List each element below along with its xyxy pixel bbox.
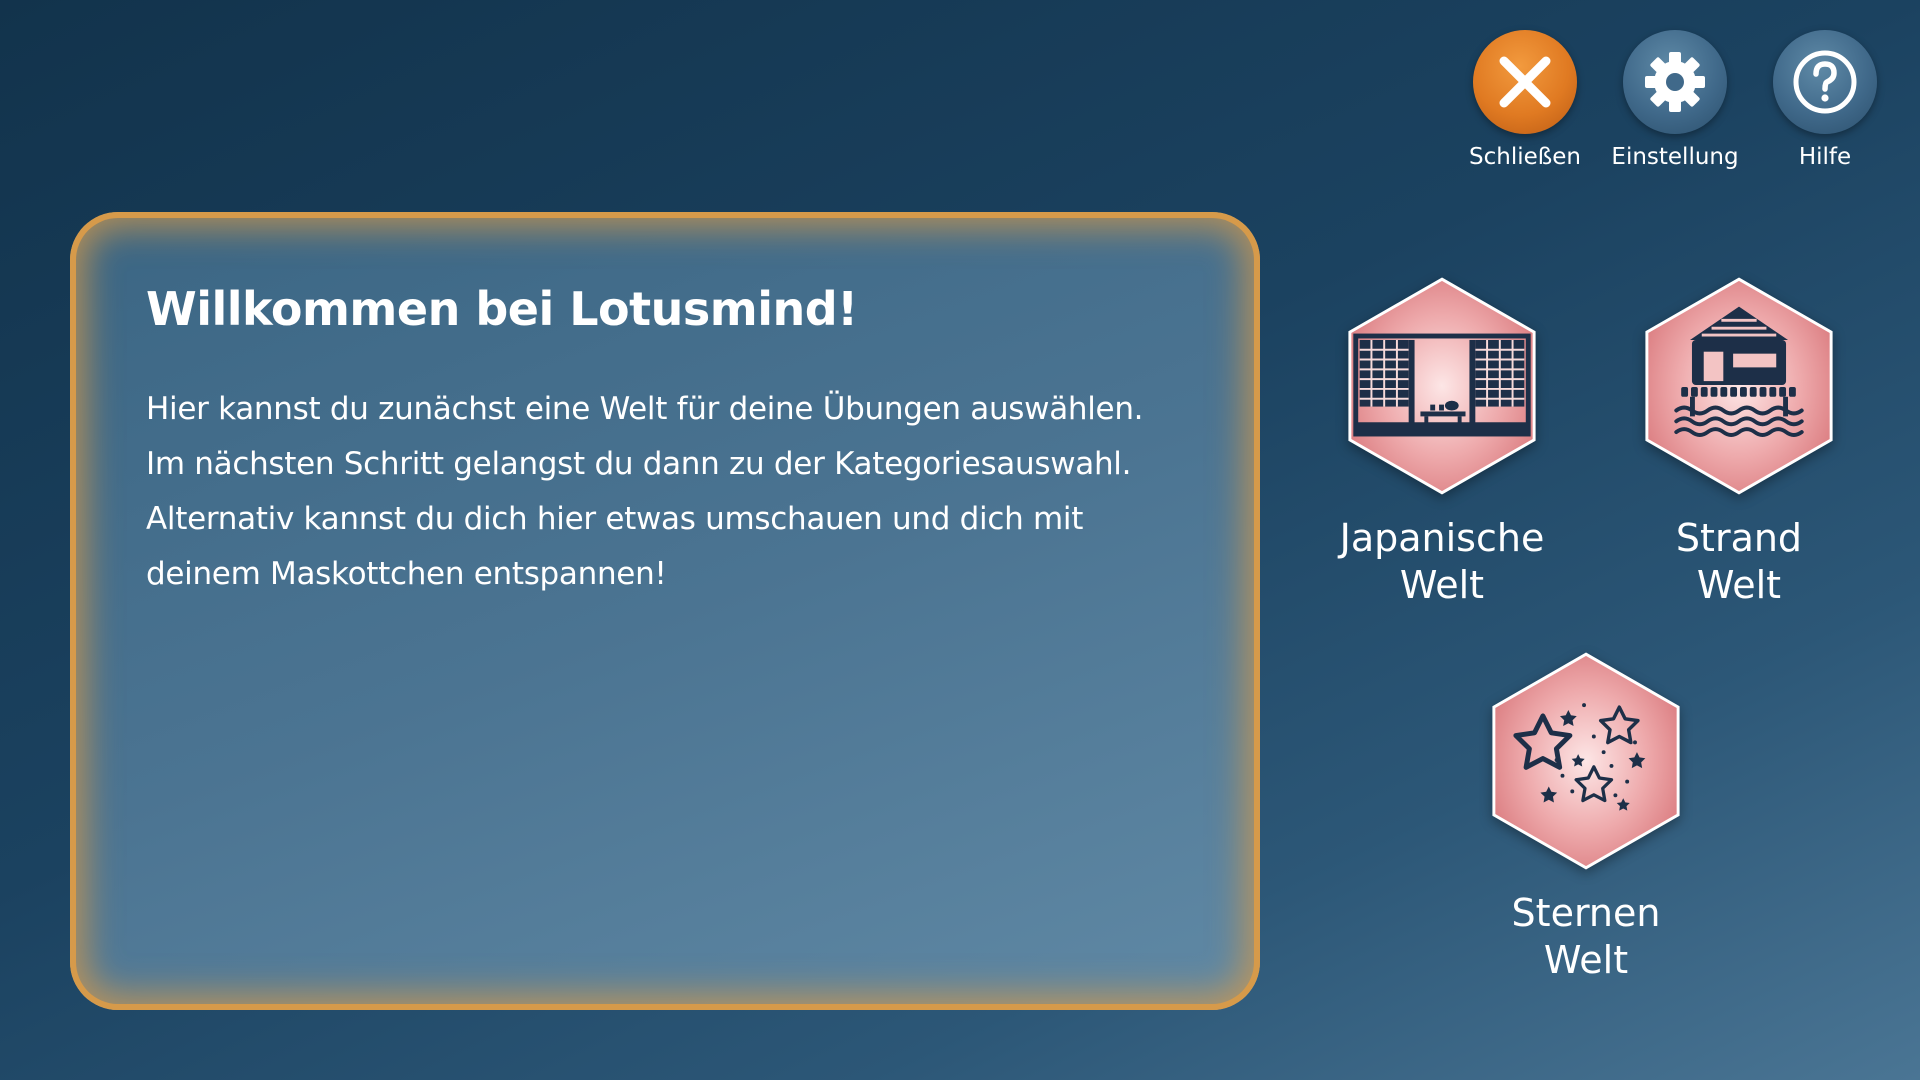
settings-label: Einstellung	[1611, 144, 1739, 170]
gear-icon[interactable]	[1623, 30, 1727, 134]
japanese-room-icon[interactable]	[1344, 275, 1540, 497]
help-icon[interactable]	[1773, 30, 1877, 134]
world-beach-button[interactable]: Strand Welt	[1619, 275, 1859, 609]
world-beach-label: Strand Welt	[1676, 515, 1802, 609]
close-button[interactable]: Schließen	[1466, 30, 1584, 170]
stars-icon[interactable]	[1488, 650, 1684, 872]
world-beach-label-line2: Welt	[1696, 563, 1782, 607]
world-stars-button[interactable]: Sternen Welt	[1466, 650, 1706, 984]
close-icon[interactable]	[1473, 30, 1577, 134]
welcome-text: Hier kannst du zunächst eine Welt für de…	[146, 382, 1184, 602]
world-stars-label-line2: Welt	[1543, 938, 1629, 982]
world-japanese-label-line2: Welt	[1399, 563, 1485, 607]
world-japanese-label-line1: Japanische	[1339, 516, 1545, 560]
beach-hut-icon[interactable]	[1641, 275, 1837, 497]
settings-button[interactable]: Einstellung	[1611, 30, 1739, 170]
world-stars-label: Sternen Welt	[1512, 890, 1661, 984]
world-beach-label-line1: Strand	[1675, 516, 1803, 560]
help-label: Hilfe	[1798, 144, 1852, 170]
welcome-line: Im nächsten Schritt gelangst du dann zu …	[146, 446, 1132, 482]
world-japanese-label: Japanische Welt	[1340, 515, 1545, 609]
top-toolbar: Schließen Einstellung Hilfe	[1466, 30, 1884, 170]
world-stars-label-line1: Sternen	[1511, 891, 1661, 935]
welcome-line: Alternativ kannst du dich hier etwas ums…	[146, 501, 1084, 537]
welcome-card: Willkommen bei Lotusmind! Hier kannst du…	[70, 212, 1260, 1010]
welcome-line: deinem Maskottchen entspannen!	[146, 556, 667, 592]
world-japanese-button[interactable]: Japanische Welt	[1322, 275, 1562, 609]
close-label: Schließen	[1469, 144, 1581, 170]
welcome-line: Hier kannst du zunächst eine Welt für de…	[146, 391, 1144, 427]
welcome-title: Willkommen bei Lotusmind!	[146, 282, 858, 336]
help-button[interactable]: Hilfe	[1766, 30, 1884, 170]
